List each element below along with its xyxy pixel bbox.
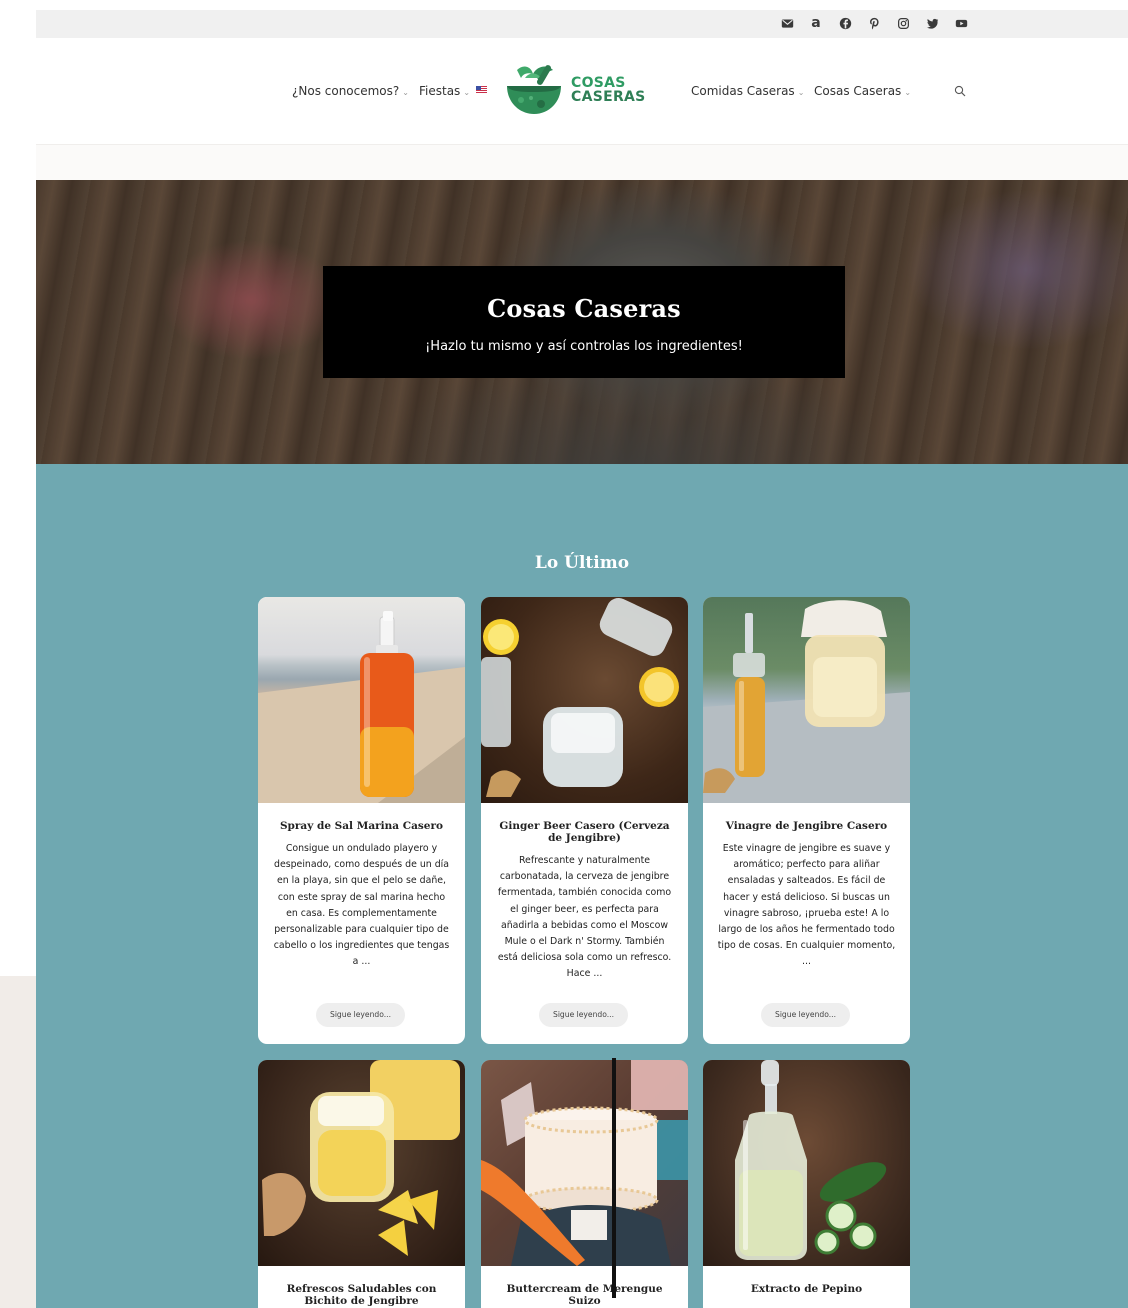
chevron-down-icon: ⌄ <box>797 88 805 97</box>
post-excerpt: Consigue un ondulado playero y despeinad… <box>273 843 450 968</box>
hero-subtitle: ¡Hazlo tu mismo y así controlas los ingr… <box>425 339 743 354</box>
nav-parties[interactable]: Fiestas ⌄ <box>419 84 488 98</box>
youtube-icon[interactable] <box>954 15 968 31</box>
post-card[interactable]: Buttercream de Merengue Suizo <box>481 1060 688 1308</box>
post-card[interactable]: Refrescos Saludables con Bichito de Jeng… <box>258 1060 465 1308</box>
post-excerpt: Este vinagre de jengibre es suave y arom… <box>717 843 896 968</box>
post-card[interactable]: Spray de Sal Marina Casero Consigue un o… <box>258 597 465 1044</box>
facebook-icon[interactable] <box>838 15 852 31</box>
social-topbar: a <box>36 10 1128 38</box>
latest-posts-section: Lo Último Spray de Sal Marina Casero Con… <box>36 464 1128 1308</box>
post-title[interactable]: Spray de Sal Marina Casero <box>258 803 465 832</box>
post-image[interactable] <box>703 597 910 803</box>
post-card[interactable]: Vinagre de Jengibre Casero Este vinagre … <box>703 597 910 1044</box>
post-image[interactable] <box>258 597 465 803</box>
nav-home-things-label: Cosas Caseras <box>814 84 902 98</box>
nav-home-food[interactable]: Comidas Caseras ⌄ <box>691 84 804 98</box>
ginger-vinegar-photo <box>703 600 910 803</box>
chevron-down-icon: ⌄ <box>402 88 409 97</box>
post-card[interactable]: Extracto de Pepino <box>703 1060 910 1308</box>
post-image[interactable] <box>258 1060 465 1266</box>
post-image[interactable] <box>703 1060 910 1266</box>
cucumber-extract-photo <box>735 1060 887 1260</box>
chevron-down-icon: ⌄ <box>904 88 912 97</box>
chevron-down-icon: ⌄ <box>463 88 471 97</box>
amazon-icon[interactable]: a <box>809 15 823 31</box>
nav-parties-label: Fiestas <box>419 84 461 98</box>
logo-line-2: CASERAS <box>571 89 646 105</box>
post-image[interactable] <box>481 597 688 803</box>
read-more-button[interactable]: Sigue leyendo... <box>539 1003 628 1027</box>
hero-title: Cosas Caseras <box>487 294 681 323</box>
read-more-button[interactable]: Sigue leyendo... <box>316 1003 405 1027</box>
nav-about-label: ¿Nos conocemos? <box>292 84 400 98</box>
post-title[interactable]: Extracto de Pepino <box>703 1266 910 1295</box>
nav-about[interactable]: ¿Nos conocemos? ⌄ <box>292 84 409 98</box>
latest-section-title: Lo Último <box>534 553 630 573</box>
pinterest-icon[interactable] <box>867 15 881 31</box>
post-title[interactable]: Buttercream de Merengue Suizo <box>481 1266 688 1307</box>
overlay-black-line <box>612 1058 616 1298</box>
post-title[interactable]: Vinagre de Jengibre Casero <box>703 803 910 832</box>
email-icon[interactable] <box>780 15 794 31</box>
twitter-icon[interactable] <box>925 15 939 31</box>
instagram-icon[interactable] <box>896 15 910 31</box>
post-title[interactable]: Ginger Beer Casero (Cerveza de Jengibre) <box>481 803 688 844</box>
ginger-soda-photo <box>262 1060 460 1256</box>
post-image[interactable] <box>481 1060 688 1266</box>
post-excerpt: Refrescante y naturalmente carbonatada, … <box>497 855 672 980</box>
left-gutter-lower <box>0 976 36 1308</box>
us-flag-icon[interactable] <box>476 86 488 93</box>
search-icon[interactable] <box>954 84 968 98</box>
header-divider-strip <box>36 144 1128 180</box>
nav-home-things[interactable]: Cosas Caseras ⌄ <box>814 84 911 98</box>
spray-bottle-photo <box>258 611 465 803</box>
read-more-button[interactable]: Sigue leyendo... <box>761 1003 850 1027</box>
logo-wordmark: COSAS CASERAS <box>571 76 646 104</box>
mortar-pestle-logo-icon <box>507 65 561 114</box>
post-title[interactable]: Refrescos Saludables con Bichito de Jeng… <box>258 1266 465 1307</box>
nav-home-food-label: Comidas Caseras <box>691 84 795 98</box>
ginger-beer-photo <box>481 598 679 797</box>
hero-banner: Cosas Caseras ¡Hazlo tu mismo y así cont… <box>36 180 1128 464</box>
site-header: ¿Nos conocemos? ⌄ Fiestas ⌄ COSAS CASERAS … <box>36 38 1128 144</box>
logo-line-1: COSAS <box>571 75 626 91</box>
social-icons: a <box>780 15 968 31</box>
hero-text-box: Cosas Caseras ¡Hazlo tu mismo y así cont… <box>323 266 845 378</box>
post-card[interactable]: Ginger Beer Casero (Cerveza de Jengibre)… <box>481 597 688 1044</box>
buttercream-cake-photo <box>481 1060 688 1266</box>
site-logo[interactable]: COSAS CASERAS <box>503 60 665 120</box>
